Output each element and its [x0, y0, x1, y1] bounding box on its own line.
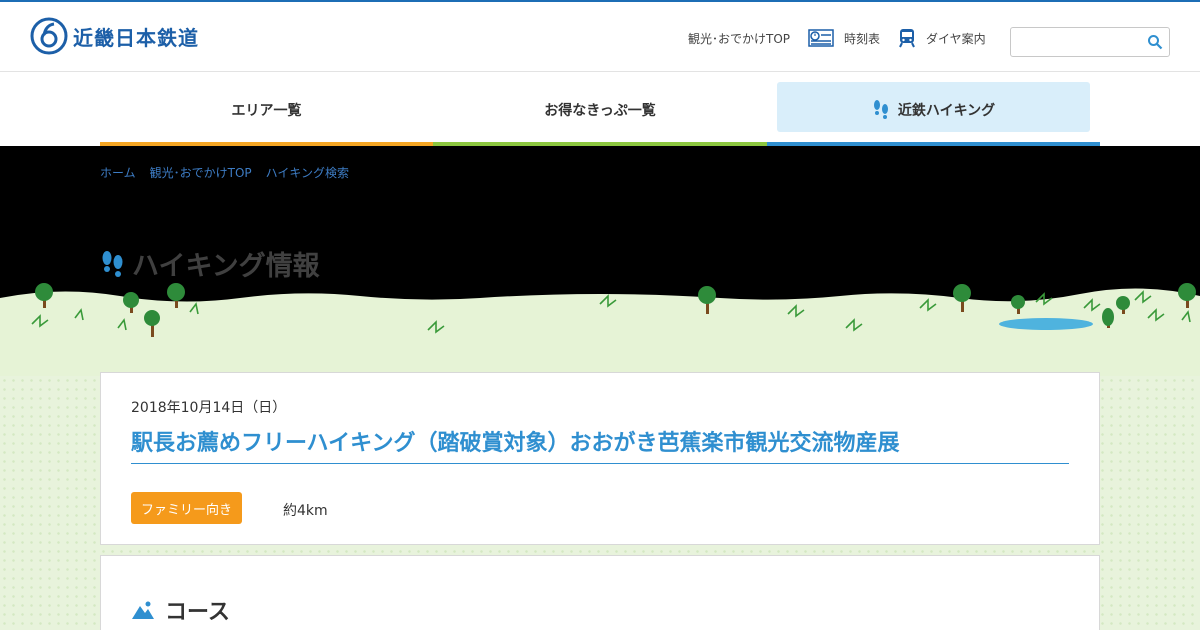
- footprints-icon: [873, 99, 888, 119]
- search-icon[interactable]: [1147, 34, 1163, 50]
- tab-area-list-label: エリア一覧: [231, 102, 302, 119]
- tab-area-list[interactable]: エリア一覧: [100, 73, 433, 146]
- site-header: 近畿日本鉄道 観光･おでかけTOP 時刻表 ダイヤ案内: [0, 2, 1200, 72]
- page-title-text: ハイキング情報: [132, 251, 320, 282]
- breadcrumb-sightseeing[interactable]: 観光･おでかけTOP: [150, 164, 252, 181]
- tab-tickets[interactable]: お得なきっぷ一覧: [433, 73, 767, 146]
- search-box: [1010, 27, 1170, 57]
- nav-dia-label: ダイヤ案内: [926, 31, 986, 46]
- kintetsu-logo-icon: [30, 17, 68, 55]
- course-heading-text: コース: [165, 600, 230, 625]
- course-section: コース: [100, 555, 1100, 630]
- page-title: ハイキング情報: [100, 244, 320, 283]
- tab-hiking-label: 近鉄ハイキング: [897, 102, 996, 119]
- tab-tickets-label: お得なきっぷ一覧: [544, 102, 656, 119]
- breadcrumb: ホーム 観光･おでかけTOP ハイキング検索: [100, 164, 363, 181]
- nav-dia-info[interactable]: ダイヤ案内: [898, 28, 986, 48]
- event-card: 2018年10月14日（日） 駅長お薦めフリーハイキング（踏破賞対象）おおがき芭…: [100, 372, 1100, 545]
- breadcrumb-home[interactable]: ホーム: [100, 164, 136, 181]
- header-nav: 観光･おでかけTOP 時刻表 ダイヤ案内: [688, 28, 1004, 48]
- difficulty-badge: ファミリー向き: [131, 492, 243, 524]
- event-distance: 約4km: [283, 503, 328, 519]
- logo[interactable]: 近畿日本鉄道: [30, 17, 199, 55]
- hero-banner: ホーム 観光･おでかけTOP ハイキング検索 ハイキング情報: [0, 146, 1200, 376]
- footprints-icon: [102, 250, 123, 277]
- breadcrumb-hiking-search[interactable]: ハイキング検索: [266, 164, 349, 181]
- nav-sightseeing-top[interactable]: 観光･おでかけTOP: [688, 30, 790, 47]
- course-heading: コース: [131, 594, 230, 626]
- tab-hiking[interactable]: 近鉄ハイキング: [767, 73, 1100, 146]
- nav-timetable-label: 時刻表: [844, 31, 881, 46]
- nav-sightseeing-label: 観光･おでかけTOP: [688, 31, 791, 46]
- event-date: 2018年10月14日（日）: [131, 400, 287, 416]
- category-tabs: エリア一覧 お得なきっぷ一覧 近鉄ハイキング: [100, 73, 1100, 146]
- train-icon: [899, 29, 915, 48]
- mountain-walker-icon: [132, 601, 154, 619]
- nav-timetable[interactable]: 時刻表: [808, 29, 880, 47]
- search-input[interactable]: [1011, 28, 1139, 56]
- logo-text: 近畿日本鉄道: [73, 25, 199, 50]
- event-title: 駅長お薦めフリーハイキング（踏破賞対象）おおがき芭蕉楽市観光交流物産展: [131, 425, 1069, 464]
- timetable-icon: [808, 29, 834, 47]
